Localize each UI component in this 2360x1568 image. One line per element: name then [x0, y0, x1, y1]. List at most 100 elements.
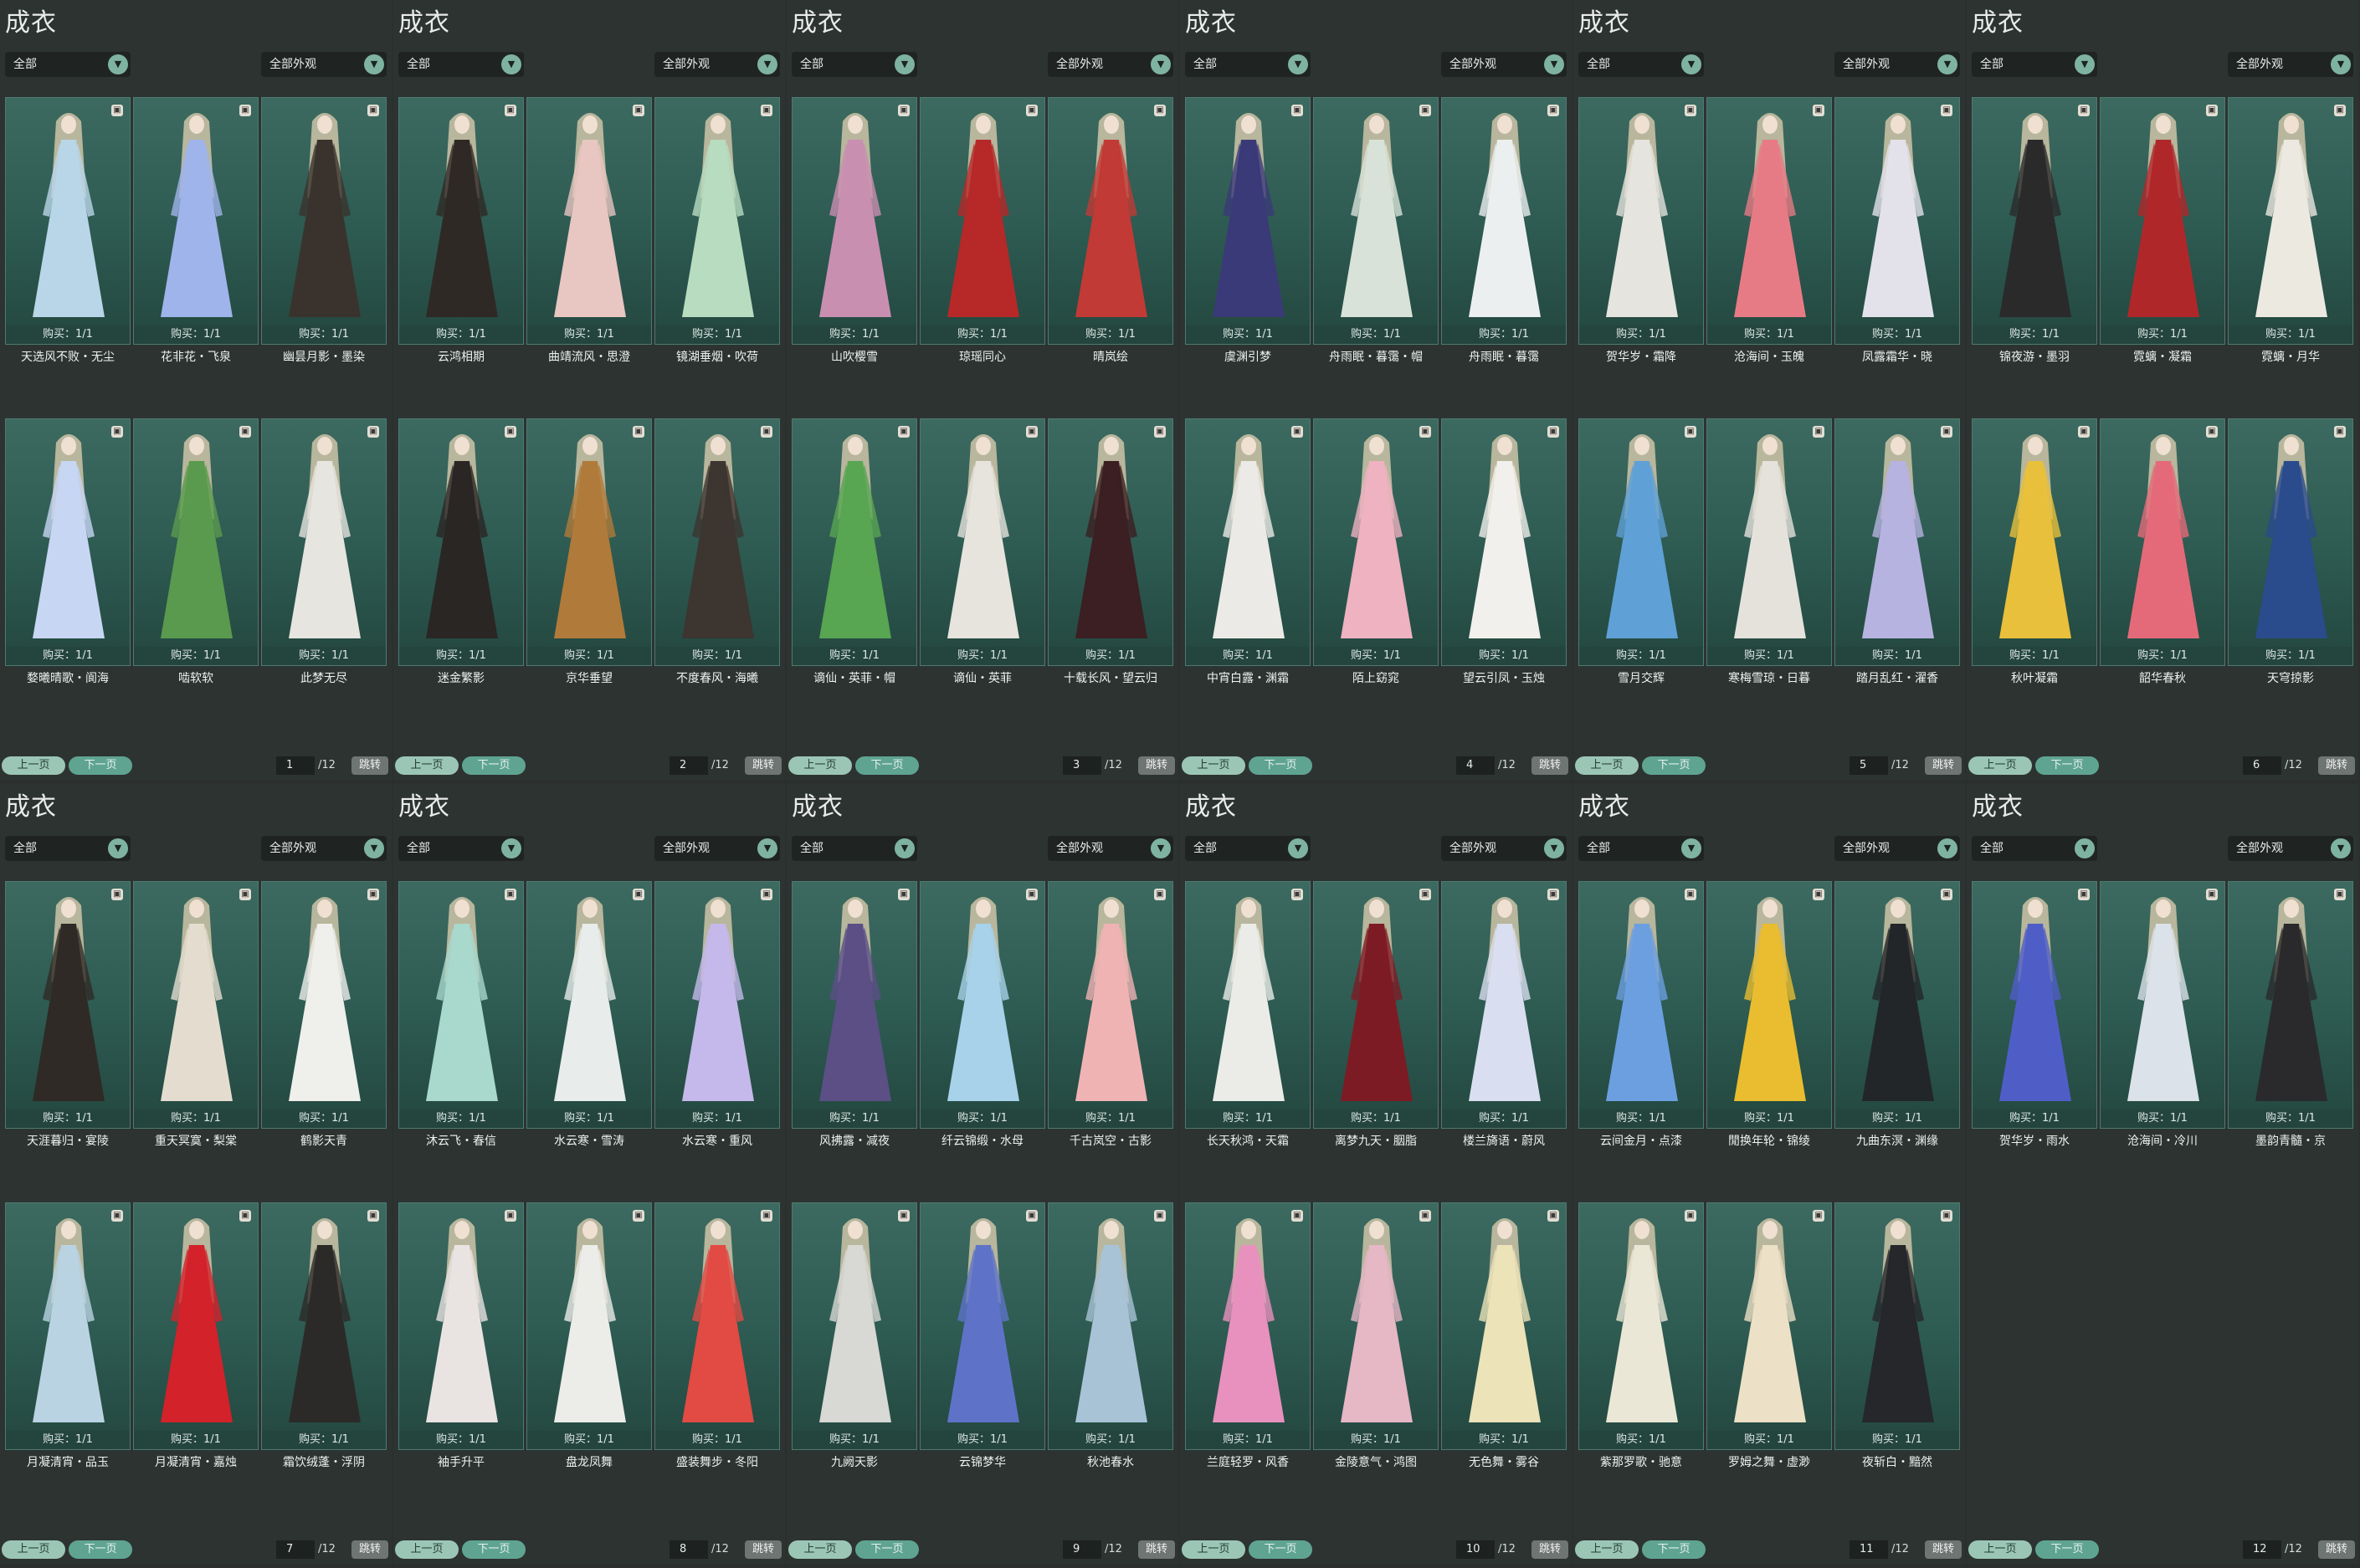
outfit-card[interactable]: ▣ 购买：1/1: [1441, 418, 1567, 666]
outfit-card[interactable]: ▣ 购买：1/1: [526, 97, 652, 345]
outfit-card[interactable]: ▣ 购买：1/1: [1972, 881, 2097, 1129]
category-filter-dropdown[interactable]: 全部 ▼: [1578, 52, 1704, 77]
outfit-card[interactable]: ▣ 购买：1/1: [1578, 418, 1704, 666]
outfit-card[interactable]: ▣ 购买：1/1: [1313, 418, 1439, 666]
outfit-card[interactable]: ▣ 购买：1/1: [1185, 418, 1311, 666]
outfit-card[interactable]: ▣ 购买：1/1: [398, 881, 524, 1129]
jump-button[interactable]: 跳转: [351, 1540, 388, 1559]
outfit-card[interactable]: ▣ 购买：1/1: [1834, 418, 1960, 666]
page-number-input[interactable]: 7: [276, 1540, 315, 1559]
page-number-input[interactable]: 9: [1063, 1540, 1101, 1559]
outfit-card[interactable]: ▣ 购买：1/1: [1048, 881, 1173, 1129]
prev-page-button[interactable]: 上一页: [2, 756, 65, 775]
outfit-card[interactable]: ▣ 购买：1/1: [1706, 97, 1832, 345]
next-page-button[interactable]: 下一页: [462, 1540, 526, 1559]
appearance-filter-dropdown[interactable]: 全部外观 ▼: [1441, 836, 1567, 861]
appearance-filter-dropdown[interactable]: 全部外观 ▼: [2228, 52, 2353, 77]
appearance-filter-dropdown[interactable]: 全部外观 ▼: [1441, 52, 1567, 77]
page-number-input[interactable]: 1: [276, 756, 315, 775]
outfit-card[interactable]: ▣ 购买：1/1: [1048, 97, 1173, 345]
outfit-card[interactable]: ▣ 购买：1/1: [1834, 97, 1960, 345]
appearance-filter-dropdown[interactable]: 全部外观 ▼: [654, 52, 780, 77]
outfit-card[interactable]: ▣ 购买：1/1: [133, 418, 259, 666]
category-filter-dropdown[interactable]: 全部 ▼: [1578, 836, 1704, 861]
next-page-button[interactable]: 下一页: [69, 1540, 132, 1559]
outfit-card[interactable]: ▣ 购买：1/1: [1313, 1202, 1439, 1450]
outfit-card[interactable]: ▣ 购买：1/1: [526, 418, 652, 666]
jump-button[interactable]: 跳转: [1138, 756, 1175, 775]
jump-button[interactable]: 跳转: [351, 756, 388, 775]
outfit-card[interactable]: ▣ 购买：1/1: [792, 1202, 917, 1450]
outfit-card[interactable]: ▣ 购买：1/1: [1578, 1202, 1704, 1450]
outfit-card[interactable]: ▣ 购买：1/1: [1441, 881, 1567, 1129]
outfit-card[interactable]: ▣ 购买：1/1: [5, 97, 131, 345]
page-number-input[interactable]: 12: [2243, 1540, 2281, 1559]
prev-page-button[interactable]: 上一页: [1968, 1540, 2032, 1559]
page-number-input[interactable]: 3: [1063, 756, 1101, 775]
outfit-card[interactable]: ▣ 购买：1/1: [792, 881, 917, 1129]
appearance-filter-dropdown[interactable]: 全部外观 ▼: [1048, 52, 1173, 77]
outfit-card[interactable]: ▣ 购买：1/1: [261, 1202, 387, 1450]
outfit-card[interactable]: ▣ 购买：1/1: [5, 1202, 131, 1450]
outfit-card[interactable]: ▣ 购买：1/1: [1441, 97, 1567, 345]
next-page-button[interactable]: 下一页: [1249, 1540, 1312, 1559]
outfit-card[interactable]: ▣ 购买：1/1: [1313, 97, 1439, 345]
prev-page-button[interactable]: 上一页: [395, 1540, 459, 1559]
outfit-card[interactable]: ▣ 购买：1/1: [654, 1202, 780, 1450]
page-number-input[interactable]: 5: [1850, 756, 1888, 775]
next-page-button[interactable]: 下一页: [69, 756, 132, 775]
category-filter-dropdown[interactable]: 全部 ▼: [398, 52, 524, 77]
next-page-button[interactable]: 下一页: [1642, 1540, 1706, 1559]
outfit-card[interactable]: ▣ 购买：1/1: [133, 97, 259, 345]
outfit-card[interactable]: ▣ 购买：1/1: [1706, 1202, 1832, 1450]
outfit-card[interactable]: ▣ 购买：1/1: [1972, 97, 2097, 345]
outfit-card[interactable]: ▣ 购买：1/1: [261, 97, 387, 345]
jump-button[interactable]: 跳转: [1531, 756, 1568, 775]
category-filter-dropdown[interactable]: 全部 ▼: [5, 52, 131, 77]
next-page-button[interactable]: 下一页: [1642, 756, 1706, 775]
outfit-card[interactable]: ▣ 购买：1/1: [398, 1202, 524, 1450]
category-filter-dropdown[interactable]: 全部 ▼: [1972, 836, 2097, 861]
category-filter-dropdown[interactable]: 全部 ▼: [792, 52, 917, 77]
outfit-card[interactable]: ▣ 购买：1/1: [1185, 881, 1311, 1129]
outfit-card[interactable]: ▣ 购买：1/1: [792, 418, 917, 666]
page-number-input[interactable]: 6: [2243, 756, 2281, 775]
outfit-card[interactable]: ▣ 购买：1/1: [2228, 97, 2353, 345]
outfit-card[interactable]: ▣ 购买：1/1: [1972, 418, 2097, 666]
outfit-card[interactable]: ▣ 购买：1/1: [2100, 418, 2225, 666]
prev-page-button[interactable]: 上一页: [1968, 756, 2032, 775]
outfit-card[interactable]: ▣ 购买：1/1: [654, 418, 780, 666]
outfit-card[interactable]: ▣ 购买：1/1: [1048, 1202, 1173, 1450]
prev-page-button[interactable]: 上一页: [788, 1540, 852, 1559]
outfit-card[interactable]: ▣ 购买：1/1: [398, 418, 524, 666]
outfit-card[interactable]: ▣ 购买：1/1: [1834, 881, 1960, 1129]
prev-page-button[interactable]: 上一页: [788, 756, 852, 775]
category-filter-dropdown[interactable]: 全部 ▼: [792, 836, 917, 861]
page-number-input[interactable]: 8: [670, 1540, 708, 1559]
outfit-card[interactable]: ▣ 购买：1/1: [792, 97, 917, 345]
outfit-card[interactable]: ▣ 购买：1/1: [133, 1202, 259, 1450]
outfit-card[interactable]: ▣ 购买：1/1: [526, 1202, 652, 1450]
next-page-button[interactable]: 下一页: [1249, 756, 1312, 775]
category-filter-dropdown[interactable]: 全部 ▼: [1972, 52, 2097, 77]
appearance-filter-dropdown[interactable]: 全部外观 ▼: [261, 836, 387, 861]
appearance-filter-dropdown[interactable]: 全部外观 ▼: [1834, 52, 1960, 77]
outfit-card[interactable]: ▣ 购买：1/1: [2228, 418, 2353, 666]
outfit-card[interactable]: ▣ 购买：1/1: [261, 881, 387, 1129]
outfit-card[interactable]: ▣ 购买：1/1: [920, 1202, 1045, 1450]
outfit-card[interactable]: ▣ 购买：1/1: [1313, 881, 1439, 1129]
next-page-button[interactable]: 下一页: [855, 1540, 919, 1559]
outfit-card[interactable]: ▣ 购买：1/1: [1185, 1202, 1311, 1450]
prev-page-button[interactable]: 上一页: [395, 756, 459, 775]
page-number-input[interactable]: 11: [1850, 1540, 1888, 1559]
next-page-button[interactable]: 下一页: [2035, 1540, 2099, 1559]
next-page-button[interactable]: 下一页: [855, 756, 919, 775]
outfit-card[interactable]: ▣ 购买：1/1: [1048, 418, 1173, 666]
category-filter-dropdown[interactable]: 全部 ▼: [1185, 836, 1311, 861]
page-number-input[interactable]: 10: [1456, 1540, 1495, 1559]
outfit-card[interactable]: ▣ 购买：1/1: [920, 418, 1045, 666]
next-page-button[interactable]: 下一页: [462, 756, 526, 775]
outfit-card[interactable]: ▣ 购买：1/1: [920, 97, 1045, 345]
appearance-filter-dropdown[interactable]: 全部外观 ▼: [261, 52, 387, 77]
outfit-card[interactable]: ▣ 购买：1/1: [920, 881, 1045, 1129]
